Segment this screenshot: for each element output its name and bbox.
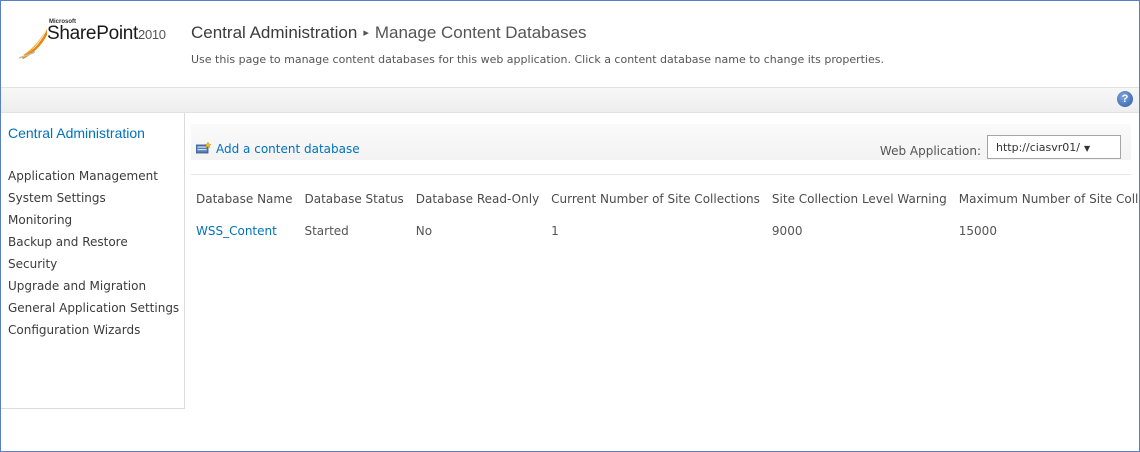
web-application-selector[interactable]: http://ciasvr01/▼ [987, 135, 1121, 159]
web-application-value: http://ciasvr01/ [996, 141, 1081, 154]
column-header-site-collection-warning: Site Collection Level Warning [771, 192, 947, 206]
sidebar-item-general-application-settings[interactable]: General Application Settings [8, 301, 180, 315]
cell-maximum-site-collections: 15000 [958, 224, 997, 238]
content-databases-table: Database Name Database Status Database R… [196, 187, 1139, 251]
database-name-link[interactable]: WSS_Content [196, 224, 277, 238]
content-toolbar: Add a content database Web Application: … [191, 124, 1131, 175]
cell-database-name: WSS_Content [196, 211, 304, 251]
add-content-database-label: Add a content database [216, 142, 360, 156]
web-application-label: Web Application: [879, 144, 981, 158]
breadcrumb-separator-icon: ▸ [363, 27, 369, 39]
product-name: SharePoint2010 [47, 23, 166, 45]
nav-list: Application Management System Settings M… [8, 169, 180, 345]
sidebar-item-security[interactable]: Security [8, 257, 180, 271]
column-header-maximum-site-collections: Maximum Number of Site Collections [958, 192, 1139, 206]
sidebar-item-upgrade-and-migration[interactable]: Upgrade and Migration [8, 279, 180, 293]
database-add-icon [196, 141, 212, 153]
cell-database-read-only: No [415, 224, 433, 238]
breadcrumb-current: Manage Content Databases [374, 23, 587, 42]
sharepoint-logo[interactable]: Microsoft SharePoint2010 [19, 19, 189, 69]
sidebar-item-configuration-wizards[interactable]: Configuration Wizards [8, 323, 180, 337]
add-content-database-link[interactable]: Add a content database [196, 141, 360, 156]
cell-database-status: Started [304, 224, 349, 238]
quick-launch: Central Administration Application Manag… [1, 113, 185, 409]
sidebar-item-system-settings[interactable]: System Settings [8, 191, 180, 205]
help-icon[interactable]: ? [1117, 91, 1133, 107]
column-header-database-status: Database Status [304, 192, 404, 206]
page-description: Use this page to manage content database… [191, 53, 884, 66]
nav-central-administration[interactable]: Central Administration [8, 125, 178, 142]
chevron-down-icon: ▼ [1084, 144, 1091, 153]
column-header-database-read-only: Database Read-Only [415, 192, 540, 206]
table-header-row: Database Name Database Status Database R… [196, 187, 1139, 211]
product-label: SharePoint [47, 23, 139, 44]
sidebar-item-application-management[interactable]: Application Management [8, 169, 180, 183]
cell-site-collection-warning: 9000 [771, 224, 803, 238]
column-header-database-name: Database Name [196, 192, 293, 206]
sidebar-item-monitoring[interactable]: Monitoring [8, 213, 180, 227]
cell-current-site-collections: 1 [551, 224, 559, 238]
page-title: Central Administration ▸ Manage Content Da… [191, 23, 587, 43]
page-header: Microsoft SharePoint2010 Central Adminis… [1, 1, 1139, 86]
page-frame: Microsoft SharePoint2010 Central Adminis… [0, 0, 1140, 452]
sidebar-item-backup-and-restore[interactable]: Backup and Restore [8, 235, 180, 249]
table-row: WSS_Content Started No 1 9000 15000 [196, 211, 1139, 251]
product-version: 2010 [138, 27, 166, 42]
sharepoint-logo-icon [19, 29, 47, 59]
help-bar: ? [1, 87, 1139, 113]
breadcrumb-root[interactable]: Central Administration [191, 23, 357, 42]
column-header-current-site-collections: Current Number of Site Collections [551, 192, 760, 206]
